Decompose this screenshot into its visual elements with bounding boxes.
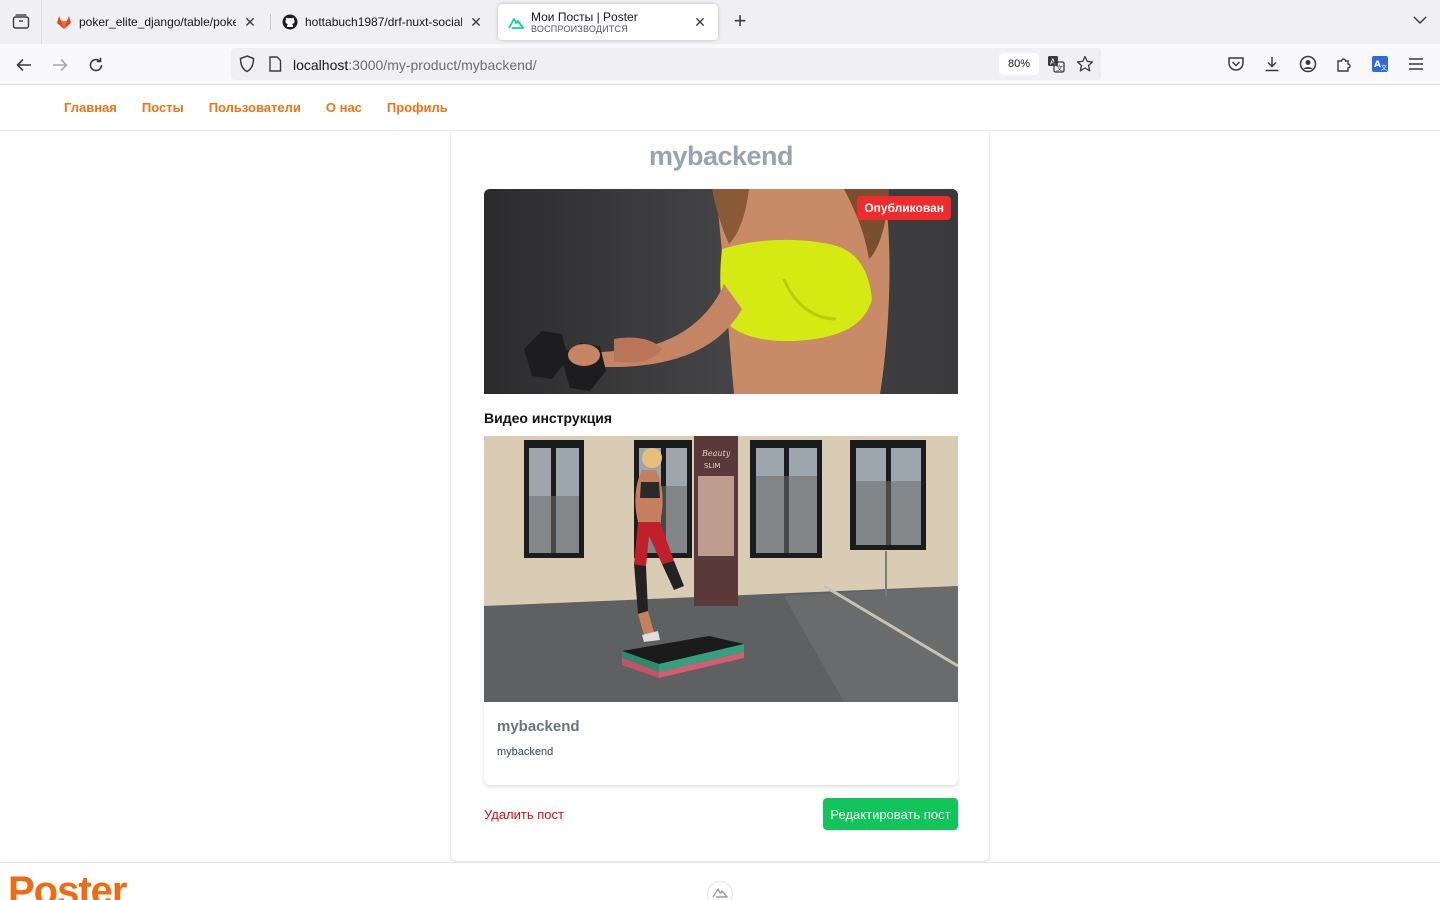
svg-text:文: 文 [1056, 64, 1063, 73]
back-button[interactable] [11, 52, 37, 78]
new-tab-button[interactable]: + [728, 10, 752, 34]
reload-button[interactable] [83, 52, 109, 78]
tab-github[interactable]: hottabuch1987/drf-nuxt-social ✕ [272, 4, 494, 40]
reload-icon [89, 57, 103, 72]
post-info: mybackend mybackend [484, 702, 958, 785]
tab-title: Мои Посты | Poster [531, 10, 638, 24]
arrow-left-icon [16, 58, 31, 72]
edit-post-button[interactable]: Редактировать пост [823, 798, 958, 830]
url-text[interactable]: localhost:3000/my-product/mybackend/ [293, 57, 537, 73]
page-title: mybackend [648, 141, 794, 171]
app-menu-button[interactable] [1403, 51, 1429, 77]
translate-extension-icon: A文 [1372, 56, 1388, 72]
post-card-title: mybackend [497, 718, 580, 735]
main-nav: Главная Посты Пользователи О нас Профиль [64, 100, 448, 115]
download-icon [1265, 57, 1279, 72]
tab-overview-icon [12, 14, 29, 29]
tab-overview-button[interactable] [0, 0, 42, 44]
nav-link-users[interactable]: Пользователи [209, 100, 301, 115]
svg-text:Beauty: Beauty [701, 449, 731, 458]
svg-text:文: 文 [1381, 64, 1387, 72]
star-icon[interactable] [1076, 55, 1094, 73]
hamburger-menu-icon [1409, 58, 1423, 70]
browser-tab-bar: poker_elite_django/table/poker_ ✕ hottab… [0, 0, 1440, 44]
close-icon[interactable]: ✕ [242, 14, 258, 31]
svg-text:A: A [1374, 60, 1381, 70]
tab-playing-status: ВОСПРОИЗВОДИТСЯ [531, 24, 628, 34]
tab-gitlab[interactable]: poker_elite_django/table/poker_ ✕ [46, 4, 268, 40]
nav-link-posts[interactable]: Посты [142, 100, 184, 115]
pocket-icon [1228, 57, 1244, 71]
nuxt-icon [508, 14, 524, 30]
downloads-button[interactable] [1259, 51, 1285, 77]
close-icon[interactable]: ✕ [468, 14, 484, 31]
site-header: Главная Посты Пользователи О нас Профиль [0, 85, 1440, 131]
arrow-right-icon [53, 58, 68, 72]
url-path: :3000/my-product/mybackend/ [348, 57, 537, 73]
tab-title: hottabuch1987/drf-nuxt-social [305, 15, 462, 29]
nuxt-icon [712, 888, 728, 898]
github-icon [282, 14, 298, 30]
tab-title: poker_elite_django/table/poker_ [79, 15, 236, 29]
pocket-button[interactable] [1223, 51, 1249, 77]
video-frame: Beauty SLIM [484, 436, 958, 702]
url-host: localhost [293, 57, 349, 73]
address-bar[interactable]: localhost:3000/my-product/mybackend/ 80%… [231, 48, 1101, 80]
account-icon [1299, 55, 1317, 73]
post-card-description: mybackend [497, 746, 554, 758]
footer-logo[interactable]: Poster [8, 871, 127, 900]
delete-post-button[interactable]: Удалить пост [484, 807, 564, 822]
nav-link-about[interactable]: О нас [326, 100, 362, 115]
forward-button[interactable] [47, 52, 73, 78]
svg-text:SLIM: SLIM [704, 462, 720, 470]
nuxt-devtools-button[interactable] [707, 881, 733, 900]
translate-extension-button[interactable]: A文 [1367, 51, 1393, 77]
status-badge: Опубликован [857, 196, 951, 220]
shield-icon[interactable] [238, 55, 256, 73]
post-detail-card: mybackend Опубликован Видео инструкция B… [450, 131, 990, 862]
site-footer: Poster [0, 862, 1440, 900]
nav-link-home[interactable]: Главная [64, 100, 117, 115]
translate-icon[interactable]: A文 [1047, 55, 1065, 73]
nav-link-profile[interactable]: Профиль [387, 100, 448, 115]
extensions-button[interactable] [1331, 51, 1357, 77]
puzzle-icon [1337, 58, 1351, 72]
post-image: Опубликован [484, 189, 958, 394]
page-icon[interactable] [266, 55, 284, 73]
video-player[interactable]: Beauty SLIM [484, 436, 958, 702]
gitlab-icon [56, 14, 72, 30]
video-section-heading: Видео инструкция [484, 410, 613, 426]
tab-divider [270, 14, 271, 30]
zoom-level-button[interactable]: 80% [999, 53, 1039, 75]
tab-poster[interactable]: Мои Посты | Poster ВОСПРОИЗВОДИТСЯ ✕ [498, 4, 718, 40]
chevron-down-icon [1413, 16, 1427, 25]
close-icon[interactable]: ✕ [692, 14, 708, 31]
list-all-tabs-button[interactable] [1412, 12, 1428, 28]
account-button[interactable] [1295, 51, 1321, 77]
tab-title-group: Мои Посты | Poster ВОСПРОИЗВОДИТСЯ [531, 10, 686, 34]
